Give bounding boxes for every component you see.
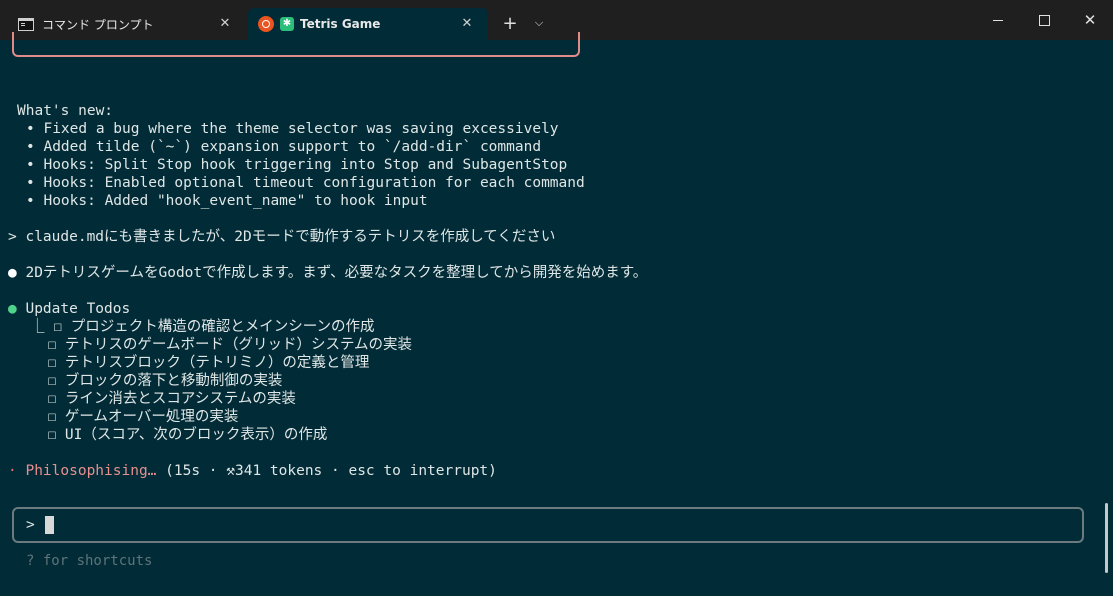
todo-item: ☐ UI（スコア、次のブロック表示）の作成 [30,427,328,443]
text-cursor [45,516,54,534]
todo-item: ⎿ ☐ プロジェクト構造の確認とメインシーンの作成 [30,319,375,335]
whats-new-item: • Hooks: Added "hook_event_name" to hook… [26,193,428,209]
terminal-icon [18,17,34,31]
todo-item: ☐ ゲームオーバー処理の実装 [30,409,239,425]
tab-label: Tetris Game [300,17,381,31]
bullet-icon: ● [8,301,17,317]
tab-label: コマンド プロンプト [42,17,154,32]
maximize-button[interactable] [1021,0,1067,40]
tetris-icon: ✱ [280,17,294,31]
whats-new-item: • Hooks: Enabled optional timeout config… [26,175,585,191]
whats-new-item: • Added tilde (`~`) expansion support to… [26,139,542,155]
spinner-icon: · [8,463,17,479]
shortcuts-hint: ? for shortcuts [26,553,153,569]
minimize-button[interactable] [975,0,1021,40]
scrollbar[interactable] [1105,503,1108,573]
close-icon[interactable]: ✕ [460,16,474,31]
status-word: Philosophising… [25,463,157,479]
close-icon[interactable]: ✕ [218,16,232,31]
close-window-button[interactable]: ✕ [1067,0,1113,40]
previous-output-box [12,32,580,57]
user-prompt: > claude.mdにも書きましたが、2Dモードで動作するテトリスを作成してく… [8,229,556,245]
todo-item: ☐ ライン消去とスコアシステムの実装 [30,391,296,407]
assistant-message: ● 2DテトリスゲームをGodotで作成します。まず、必要なタスクを整理してから… [8,265,648,281]
whats-new-item: • Hooks: Split Stop hook triggering into… [26,157,568,173]
todos-header: ● Update Todos [8,301,131,317]
terminal-pane[interactable]: What's new: • Fixed a bug where the them… [0,32,1113,596]
status-detail: (15s · ⚒341 tokens · esc to interrupt) [156,463,497,479]
whats-new-heading: What's new: [17,103,114,119]
todo-item: ☐ テトリスブロック（テトリミノ）の定義と管理 [30,355,370,371]
bullet-icon: ● [8,265,17,281]
prompt-char: > [26,517,35,533]
status-line: · Philosophising… (15s · ⚒341 tokens · e… [8,462,497,480]
maximize-icon [1038,14,1050,26]
whats-new-item: • Fixed a bug where the theme selector w… [26,121,559,137]
minimize-icon [993,19,1003,21]
prompt-input[interactable]: > [12,507,1084,543]
todo-item: ☐ ブロックの落下と移動制御の実装 [30,373,283,389]
ubuntu-icon [258,16,274,32]
todo-item: ☐ テトリスのゲームボード（グリッド）システムの実装 [30,337,413,353]
